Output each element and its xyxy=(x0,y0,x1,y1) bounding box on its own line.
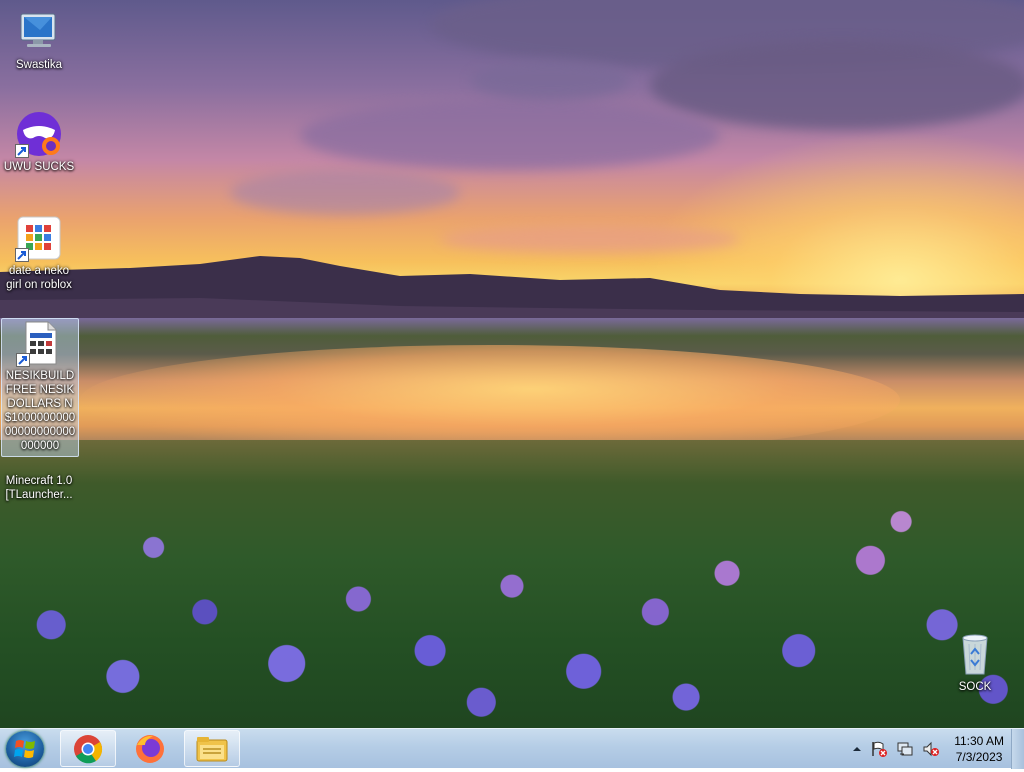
cloud xyxy=(650,40,1024,130)
desktop-icon-label: UWU SUCKS xyxy=(3,161,75,173)
desktop-icon-label: NESIKBUILD FREE NESIK DOLLARS N$10000000… xyxy=(4,370,76,452)
action-center-flag-icon[interactable] xyxy=(870,740,888,758)
document-app-icon xyxy=(16,319,64,367)
desktop-icon-nesikbuild[interactable]: NESIKBUILD FREE NESIK DOLLARS N$10000000… xyxy=(1,318,79,457)
desktop-icon-recycle-bin[interactable]: SOCK xyxy=(937,630,1013,694)
desktop-icon-minecraft[interactable]: Minecraft 1.0 [TLauncher... xyxy=(1,474,77,502)
taskbar-clock[interactable]: 11:30 AM 7/3/2023 xyxy=(954,733,1004,765)
clock-time: 11:30 AM xyxy=(954,734,1004,748)
chrome-icon xyxy=(74,735,103,764)
clock-date: 7/3/2023 xyxy=(955,750,1003,764)
file-explorer-icon xyxy=(196,737,228,762)
shortcut-arrow-icon xyxy=(15,248,29,262)
desktop-icon-label: Minecraft 1.0 [TLauncher... xyxy=(5,475,73,501)
taskbar-explorer-button[interactable] xyxy=(184,730,240,767)
cloud xyxy=(230,170,460,215)
recycle-bin-icon xyxy=(951,630,999,678)
desktop-icon-roblox-shortcut[interactable]: date a neko girl on roblox xyxy=(1,214,77,292)
desktop-icon-label: Swastika xyxy=(15,59,63,71)
show-desktop-button[interactable] xyxy=(1011,729,1024,769)
network-icon[interactable] xyxy=(896,740,914,758)
shortcut-arrow-icon xyxy=(15,144,29,158)
windows-logo-icon xyxy=(14,740,35,758)
firefox-icon xyxy=(136,735,164,763)
desktop-icon-label: date a neko girl on roblox xyxy=(6,265,72,291)
cloud xyxy=(300,100,720,170)
desktop-wallpaper xyxy=(0,0,1024,728)
desktop-icon-uwu[interactable]: UWU SUCKS xyxy=(1,110,77,174)
shortcut-arrow-icon xyxy=(16,353,30,367)
system-tray: 11:30 AM 7/3/2023 xyxy=(852,729,1010,769)
start-button[interactable] xyxy=(6,731,44,767)
desktop-icon-computer[interactable]: Swastika xyxy=(1,8,77,72)
masked-browser-icon xyxy=(15,110,63,158)
taskbar-firefox-button[interactable] xyxy=(122,730,178,767)
desktop-icon-label: SOCK xyxy=(958,681,992,693)
lake-reflection xyxy=(80,345,900,455)
volume-muted-icon[interactable] xyxy=(922,740,940,758)
show-hidden-icons-chevron-icon[interactable] xyxy=(852,740,862,758)
taskbar-chrome-button[interactable] xyxy=(60,730,116,767)
cloud xyxy=(470,60,630,100)
computer-monitor-icon xyxy=(15,8,63,56)
taskbar: 11:30 AM 7/3/2023 xyxy=(0,728,1024,769)
cloud xyxy=(440,225,740,253)
app-grid-icon xyxy=(15,214,63,262)
flower-field xyxy=(0,470,1024,728)
